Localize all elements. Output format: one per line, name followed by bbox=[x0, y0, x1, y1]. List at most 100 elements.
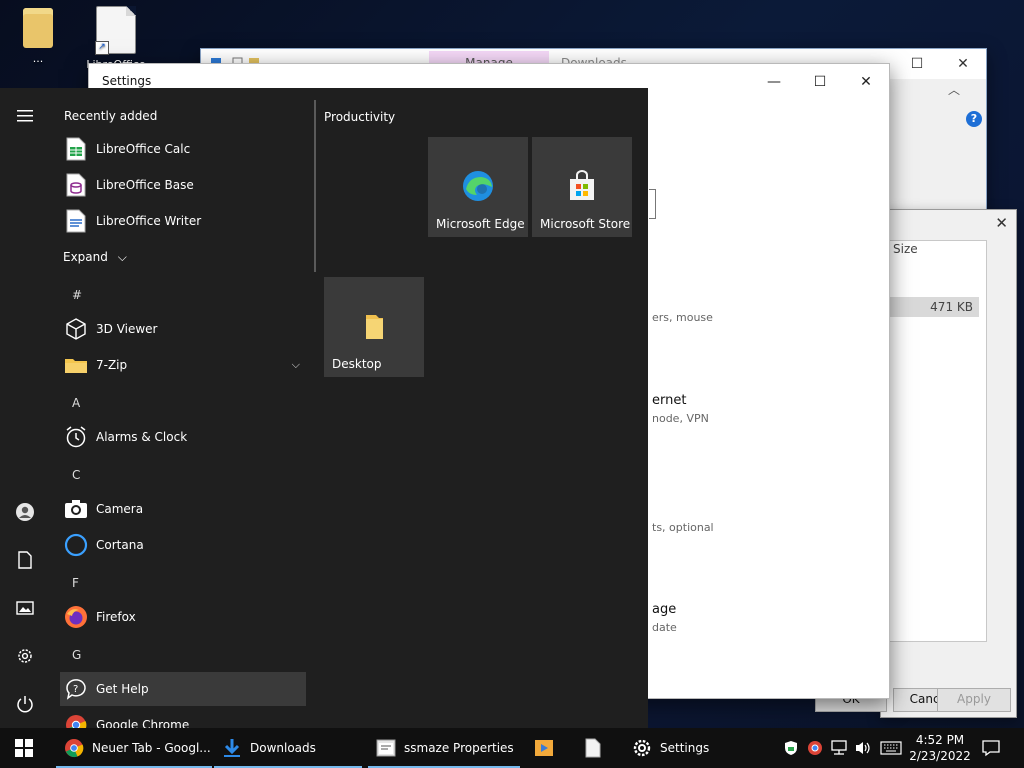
clock-date: 2/23/2022 bbox=[909, 749, 971, 763]
power-icon[interactable] bbox=[9, 688, 41, 720]
letter-header-f[interactable]: F bbox=[72, 576, 79, 590]
letter-header-a[interactable]: A bbox=[72, 396, 80, 410]
libreoffice-calc-icon bbox=[64, 137, 88, 161]
clock-time: 4:52 PM bbox=[915, 733, 965, 747]
app-label: Firefox bbox=[96, 610, 136, 624]
security-shield-icon[interactable] bbox=[780, 728, 802, 768]
download-arrow-icon bbox=[222, 738, 242, 758]
taskbar-item-downloads[interactable]: Downloads bbox=[214, 728, 362, 768]
taskbar-item-properties[interactable]: ssmaze Properties bbox=[368, 728, 520, 768]
hamburger-menu-icon[interactable] bbox=[9, 100, 41, 132]
help-icon[interactable]: ? bbox=[966, 111, 982, 127]
taskbar-item-label: ssmaze Properties bbox=[404, 741, 514, 755]
document-icon bbox=[583, 738, 603, 758]
maximize-icon[interactable]: ☐ bbox=[894, 49, 940, 79]
taskbar-clock[interactable]: 4:52 PM 2/23/2022 bbox=[906, 732, 974, 764]
app-label: LibreOffice Writer bbox=[96, 214, 202, 228]
app-label: Cortana bbox=[96, 538, 144, 552]
maximize-icon[interactable]: ☐ bbox=[797, 68, 843, 96]
tile-label: Microsoft Edge bbox=[436, 217, 525, 231]
app-libreoffice-base[interactable]: LibreOffice Base bbox=[60, 168, 306, 202]
app-3d-viewer[interactable]: 3D Viewer bbox=[60, 312, 306, 346]
folder-icon bbox=[366, 315, 383, 339]
category-desc: date bbox=[652, 621, 677, 634]
volume-icon[interactable] bbox=[852, 728, 874, 768]
category-desc: ers, mouse bbox=[652, 311, 713, 324]
apply-button[interactable]: Apply bbox=[937, 688, 1011, 712]
file-size-value[interactable]: 471 KB bbox=[889, 297, 979, 317]
app-label: LibreOffice Base bbox=[96, 178, 194, 192]
taskbar-item-label: Settings bbox=[660, 741, 710, 755]
libreoffice-writer-icon bbox=[64, 209, 88, 233]
cube-3d-icon bbox=[64, 317, 88, 341]
category-title: ernet bbox=[652, 393, 687, 408]
chrome-tray-icon[interactable] bbox=[804, 728, 826, 768]
list-scrollbar[interactable] bbox=[314, 100, 316, 272]
desktop-icon-folder[interactable]: ... bbox=[6, 8, 70, 65]
minimize-icon[interactable]: — bbox=[751, 68, 797, 96]
app-list[interactable]: Recently added LibreOffice Calc LibreOff… bbox=[50, 88, 316, 728]
settings-category-language[interactable]: age date bbox=[652, 602, 677, 634]
app-cortana[interactable]: Cortana bbox=[60, 528, 306, 562]
app-label: 7-Zip bbox=[96, 358, 128, 372]
start-menu: Recently added LibreOffice Calc LibreOff… bbox=[0, 88, 648, 728]
letter-header-g[interactable]: G bbox=[72, 648, 81, 662]
firefox-icon bbox=[64, 605, 88, 629]
app-7zip-folder[interactable]: 7-Zip ⌵ bbox=[60, 348, 306, 382]
taskbar-item-settings[interactable]: Settings bbox=[624, 728, 728, 768]
close-icon[interactable]: ✕ bbox=[940, 49, 986, 79]
desktop: ... ↗ LibreOffice Manage Downloads ☐ ✕ ︿… bbox=[0, 0, 1024, 728]
taskbar-item-document[interactable] bbox=[575, 728, 615, 768]
edge-icon bbox=[463, 171, 493, 201]
app-libreoffice-writer[interactable]: LibreOffice Writer bbox=[60, 204, 306, 238]
media-player-icon bbox=[534, 738, 554, 758]
tile-microsoft-store[interactable]: Microsoft Store bbox=[532, 137, 632, 237]
keyboard-icon[interactable] bbox=[878, 728, 904, 768]
pictures-icon[interactable] bbox=[9, 592, 41, 624]
expand-button[interactable]: Expand ⌵ bbox=[63, 250, 127, 265]
app-google-chrome[interactable]: Google Chrome bbox=[60, 708, 306, 728]
chevron-up-icon[interactable]: ︿ bbox=[948, 81, 960, 98]
chevron-down-icon: ⌵ bbox=[117, 250, 127, 264]
properties-dialog[interactable]: ✕ Size 471 KB OK Cancel Apply bbox=[815, 209, 1017, 718]
app-camera[interactable]: Camera bbox=[60, 492, 306, 526]
app-label: 3D Viewer bbox=[96, 322, 158, 336]
settings-category-apps[interactable]: ts, optional bbox=[652, 517, 714, 534]
productivity-heading[interactable]: Productivity bbox=[324, 110, 395, 124]
get-help-icon: ? bbox=[64, 677, 88, 701]
notification-center-icon[interactable] bbox=[980, 728, 1002, 768]
chevron-down-icon[interactable]: ⌵ bbox=[292, 358, 300, 372]
user-account-icon[interactable] bbox=[9, 496, 41, 528]
taskbar-item-label: Downloads bbox=[250, 741, 316, 755]
app-firefox[interactable]: Firefox bbox=[60, 600, 306, 634]
close-icon[interactable]: ✕ bbox=[843, 68, 889, 96]
folder-icon bbox=[23, 8, 53, 48]
tile-label: Microsoft Store bbox=[540, 217, 631, 231]
network-icon[interactable] bbox=[828, 728, 850, 768]
app-get-help[interactable]: ? Get Help bbox=[60, 672, 306, 706]
app-alarms-clock[interactable]: Alarms & Clock bbox=[60, 420, 306, 454]
tile-desktop[interactable]: Desktop bbox=[324, 277, 424, 377]
size-column-header[interactable]: Size bbox=[893, 242, 918, 256]
taskbar-item-media-player[interactable] bbox=[526, 728, 566, 768]
store-bag-icon bbox=[570, 170, 594, 200]
desktop-icon-libreoffice[interactable]: ↗ LibreOffice bbox=[84, 6, 148, 71]
app-label: Camera bbox=[96, 502, 144, 516]
settings-category-network[interactable]: ernet node, VPN bbox=[652, 393, 709, 425]
documents-icon[interactable] bbox=[9, 544, 41, 576]
taskbar-item-chrome[interactable]: Neuer Tab - Googl... bbox=[56, 728, 212, 768]
close-icon[interactable]: ✕ bbox=[995, 214, 1008, 232]
svg-text:?: ? bbox=[73, 684, 78, 695]
letter-header-c[interactable]: C bbox=[72, 468, 80, 482]
letter-header-hash[interactable]: # bbox=[72, 288, 82, 302]
camera-icon bbox=[64, 497, 88, 521]
desktop-icon-label: ... bbox=[32, 52, 44, 65]
app-libreoffice-calc[interactable]: LibreOffice Calc bbox=[60, 132, 306, 166]
settings-gear-icon[interactable] bbox=[9, 640, 41, 672]
settings-search-box[interactable] bbox=[649, 189, 656, 219]
settings-category-devices[interactable]: ers, mouse bbox=[652, 307, 713, 324]
windows-start-button[interactable] bbox=[0, 728, 48, 768]
tile-label: Desktop bbox=[332, 357, 382, 371]
properties-window-icon bbox=[376, 738, 396, 758]
tile-microsoft-edge[interactable]: Microsoft Edge bbox=[428, 137, 528, 237]
